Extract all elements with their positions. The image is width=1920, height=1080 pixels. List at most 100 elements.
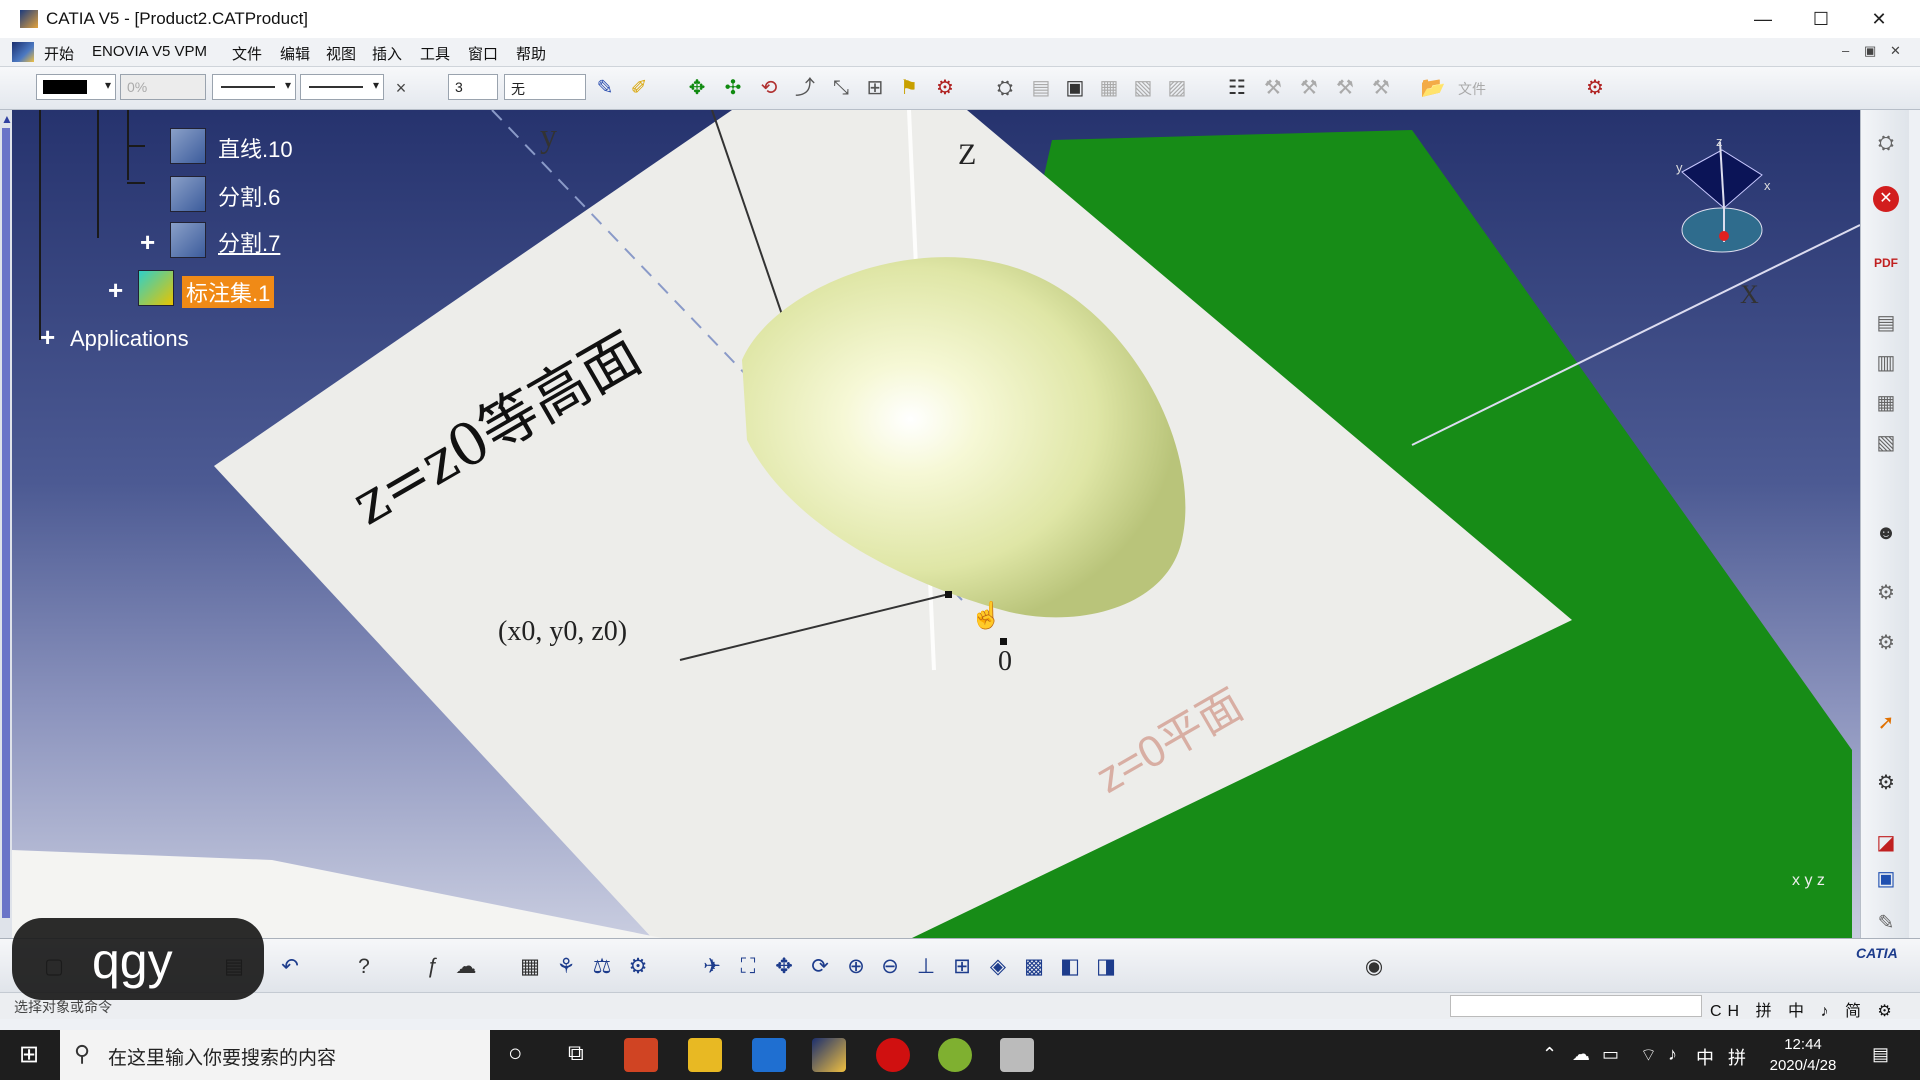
rule-icon[interactable]: ⚙ [624, 953, 652, 981]
properties-icon[interactable]: ☷ [1224, 75, 1250, 101]
workbench-icon[interactable]: ⛭ [1873, 130, 1899, 156]
manipulate-icon[interactable]: ⤴ [792, 75, 818, 101]
tray-ime2-icon[interactable]: 拼 [1728, 1044, 1746, 1070]
image-icon[interactable]: ▣ [1062, 75, 1088, 101]
cloud-app-icon[interactable] [1000, 1038, 1034, 1072]
tray-expand-icon[interactable]: ⌃ [1542, 1044, 1557, 1065]
align-icon[interactable]: ⊞ [862, 75, 888, 101]
color-select[interactable]: ▾ [36, 74, 116, 100]
tool-icon-e[interactable]: ⚙ [1873, 580, 1899, 606]
expand-plus-icon[interactable]: + [108, 277, 123, 303]
close-button[interactable]: ✕ [1850, 0, 1908, 38]
undo-icon[interactable]: ↶ [276, 953, 304, 981]
render-style-icon[interactable]: ▩ [1020, 953, 1048, 981]
edge-browser-icon[interactable] [752, 1038, 786, 1072]
lineweight-select[interactable]: ▾ [300, 74, 384, 100]
ime-settings[interactable]: ⚙ [1877, 1003, 1897, 1020]
ime-simplified[interactable]: 简 [1845, 1003, 1867, 1020]
select-cursor-icon[interactable]: ➚ [1873, 710, 1899, 736]
menu-insert[interactable]: 插入 [372, 43, 402, 64]
mdi-minimize-button[interactable]: – [1842, 43, 1849, 58]
tool-icon-d[interactable]: ▧ [1873, 430, 1899, 456]
windows-start-icon[interactable]: ⊞ [0, 1030, 58, 1080]
expand-plus-icon[interactable]: + [140, 229, 155, 255]
snap-icon[interactable]: ✣ [720, 75, 746, 101]
taskbar-search[interactable]: ⚲ 在这里输入你要搜索的内容 [60, 1030, 490, 1080]
notification-icon[interactable]: ▤ [1872, 1044, 1889, 1065]
knowledge-icon[interactable]: ⚙ [1582, 75, 1608, 101]
users-icon[interactable]: ☻ [1873, 520, 1899, 546]
zoom-in-icon[interactable]: ⊕ [842, 953, 870, 981]
capture-camera-icon[interactable]: ◉ [1360, 953, 1388, 981]
close-circle-icon[interactable]: ✕ [1873, 186, 1899, 212]
compass-widget[interactable] [1652, 130, 1792, 290]
mdi-close-button[interactable]: ✕ [1890, 43, 1901, 59]
zoom-out-icon[interactable]: ⊖ [876, 953, 904, 981]
tool-icon-a[interactable]: ▤ [1873, 310, 1899, 336]
tool-icon-c[interactable]: ▦ [1873, 390, 1899, 416]
record-app-icon[interactable] [876, 1038, 910, 1072]
split-feature-icon[interactable] [170, 222, 206, 258]
sketch-icon[interactable]: ◪ [1873, 830, 1899, 856]
transparency-field[interactable]: 0% [120, 74, 206, 100]
whats-this-icon[interactable]: ? [350, 953, 378, 981]
wifi-icon[interactable]: ⌔ [1640, 1044, 1657, 1067]
tree-scroll-strip[interactable]: ▲ [0, 110, 13, 938]
point-symbol-icon[interactable]: × [388, 75, 414, 101]
hide-show-icon[interactable]: ◧ [1056, 953, 1084, 981]
battery-icon[interactable]: ▭ [1602, 1044, 1619, 1065]
open-folder-icon[interactable]: 📂 [1420, 75, 1446, 101]
multi-view-icon[interactable]: ⊞ [948, 953, 976, 981]
ime-pinyin[interactable]: 拼 [1756, 1003, 1778, 1020]
tool-icon-f[interactable]: ⚙ [1873, 630, 1899, 656]
cortana-icon[interactable]: ○ [508, 1040, 523, 1068]
rotate-icon[interactable]: ⟲ [756, 75, 782, 101]
catia-taskbar-icon[interactable] [812, 1038, 846, 1072]
clock[interactable]: 12:44 2020/4/28 [1758, 1034, 1848, 1076]
annotation-set-icon[interactable] [138, 270, 174, 306]
fly-mode-icon[interactable]: ✈ [698, 953, 726, 981]
linetype-select[interactable]: ▾ [212, 74, 296, 100]
maximize-button[interactable]: ☐ [1792, 0, 1850, 38]
menu-enovia[interactable]: ENOVIA V5 VPM [92, 43, 207, 60]
task-view-icon[interactable]: ⧉ [568, 1040, 584, 1066]
format-painter-icon[interactable]: ✐ [626, 75, 652, 101]
minimize-button[interactable]: — [1734, 0, 1792, 38]
tree-item-split6[interactable]: 分割.6 [218, 180, 280, 212]
menu-window[interactable]: 窗口 [468, 43, 498, 64]
tree-item-line10[interactable]: 直线.10 [218, 132, 293, 164]
menu-file[interactable]: 文件 [232, 43, 262, 64]
painter-icon[interactable]: ✎ [592, 75, 618, 101]
catia-logo-icon[interactable] [12, 42, 34, 62]
menu-start[interactable]: 开始 [44, 43, 74, 64]
view-icon[interactable]: ▣ [1873, 866, 1899, 892]
tree-item-annotation-set[interactable]: 标注集.1 [182, 276, 275, 308]
green-app-icon[interactable] [938, 1038, 972, 1072]
fit-all-icon[interactable]: ⛶ [734, 953, 762, 981]
table-icon[interactable]: ▦ [516, 953, 544, 981]
tool-icon-b[interactable]: ▥ [1873, 350, 1899, 376]
ime-mode[interactable]: CH [1710, 1003, 1745, 1020]
move-icon[interactable]: ✥ [684, 75, 710, 101]
layer-select[interactable]: 无 [504, 74, 586, 100]
gear-cursor-icon[interactable]: ⚙ [1873, 770, 1899, 796]
line-feature-icon[interactable] [170, 128, 206, 164]
split-feature-icon[interactable] [170, 176, 206, 212]
3d-viewport[interactable]: 直线.10 分割.6 + 分割.7 + 标注集.1 + Applications… [12, 110, 1860, 938]
ime-chinese[interactable]: 中 [1788, 1003, 1810, 1020]
normal-view-icon[interactable]: ⊥ [912, 953, 940, 981]
tray-ime-icon[interactable]: 中 [1696, 1044, 1714, 1070]
volume-icon[interactable]: ♪ [1668, 1044, 1677, 1065]
explode-icon[interactable]: ⤡ [828, 75, 854, 101]
menu-edit[interactable]: 编辑 [280, 43, 310, 64]
comment-icon[interactable]: ☁ [452, 953, 480, 981]
pdf-icon[interactable]: PDF [1873, 250, 1899, 276]
clash-icon[interactable]: ⚙ [932, 75, 958, 101]
rotate-view-icon[interactable]: ⟳ [806, 953, 834, 981]
tool-icon-g[interactable]: ✎ [1873, 910, 1899, 936]
swap-space-icon[interactable]: ◨ [1092, 953, 1120, 981]
tree-item-applications[interactable]: Applications [70, 326, 189, 352]
onedrive-icon[interactable]: ☁ [1572, 1044, 1590, 1065]
ime-toolbar[interactable]: CH 拼 中 ♪ 简 ⚙ [1710, 997, 1898, 1021]
menu-help[interactable]: 帮助 [516, 43, 546, 64]
